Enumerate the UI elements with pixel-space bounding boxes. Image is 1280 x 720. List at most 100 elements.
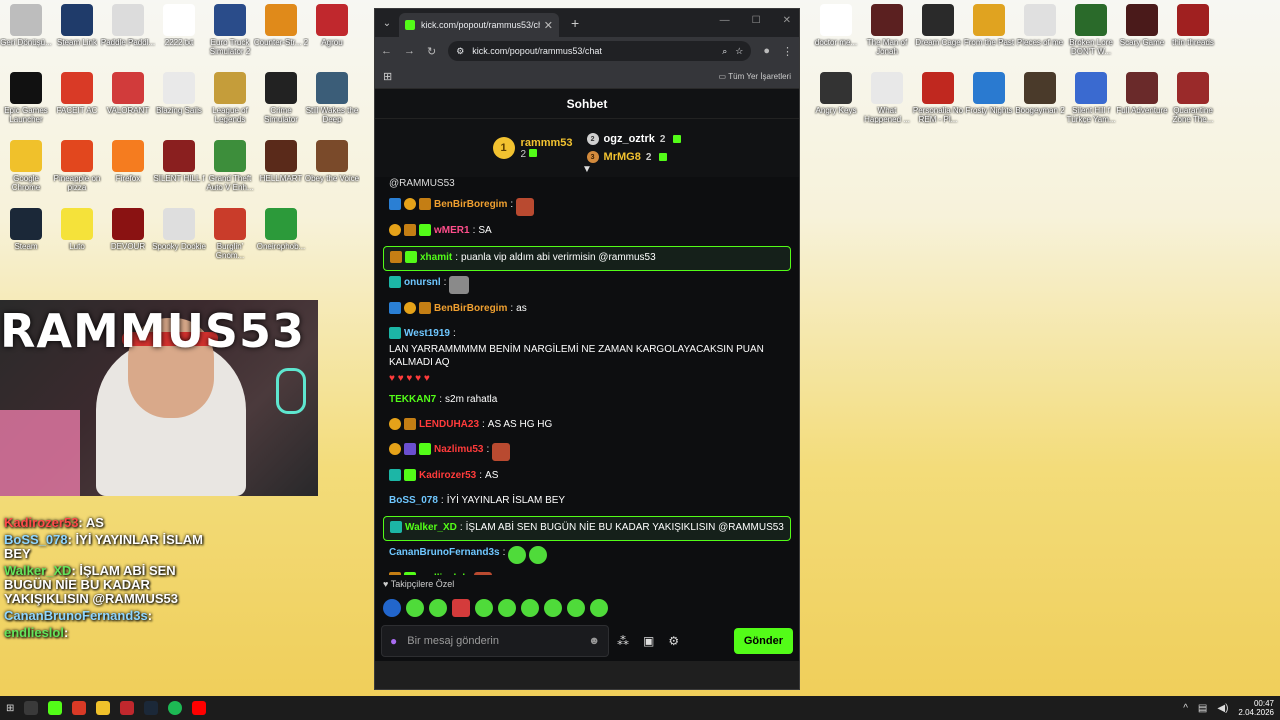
new-tab-icon[interactable]: +	[571, 15, 579, 31]
faceit-app-icon[interactable]	[72, 701, 87, 715]
emote-button[interactable]	[383, 599, 401, 617]
desktop-icon[interactable]: From the Past	[963, 4, 1015, 64]
clock[interactable]: 00:47 2.04.2026	[1238, 699, 1274, 717]
browser-tab[interactable]: kick.com/popout/rammus53/ch ✕	[399, 13, 559, 37]
chat-username[interactable]: West1919	[404, 327, 450, 340]
chat-username[interactable]: BenBirBoregim	[434, 302, 507, 315]
emote-button[interactable]	[567, 599, 585, 617]
desktop-icon[interactable]: DEVOUR	[102, 208, 154, 268]
reload-icon[interactable]: ↻	[427, 45, 436, 58]
desktop-icon[interactable]: Paddle Paddl...	[101, 4, 155, 64]
bookmark-star-icon[interactable]: ☆	[735, 46, 743, 57]
minimize-icon[interactable]: —	[720, 15, 730, 26]
desktop-icon[interactable]: Angry Keys	[810, 72, 862, 132]
desktop-icon[interactable]: Grand Theft Auto V Enh...	[204, 140, 256, 200]
desktop-icon[interactable]: VALORANT	[102, 72, 154, 132]
spotify-app-icon[interactable]	[168, 701, 183, 715]
desktop-icon[interactable]: Firefox	[102, 140, 154, 200]
chat-message-input[interactable]: ● Bir mesaj gönderin ☻	[381, 625, 609, 657]
desktop-icon[interactable]: Steam Link	[51, 4, 103, 64]
desktop-icon[interactable]: Scary Game	[1116, 4, 1168, 64]
volume-icon[interactable]: ◀)	[1217, 703, 1228, 714]
chrome-app-icon[interactable]	[96, 701, 111, 715]
desktop-icon[interactable]: Burglin' Gnom...	[204, 208, 256, 268]
profile-icon[interactable]: ●	[763, 45, 770, 57]
emote-button[interactable]	[475, 599, 493, 617]
all-bookmarks-link[interactable]: Tüm Yer İşaretleri	[728, 72, 791, 81]
menu-icon[interactable]: ⋮	[782, 45, 793, 58]
zoom-icon[interactable]: ⌕	[722, 46, 727, 57]
network-icon[interactable]: ▤	[1198, 703, 1207, 714]
collapse-leaderboard-icon[interactable]: ▼	[582, 164, 592, 175]
tab-search-icon[interactable]: ⌄	[375, 18, 399, 29]
desktop-icon[interactable]: What Happened ...	[861, 72, 913, 132]
settings-gear-icon[interactable]: ⚙	[668, 634, 679, 648]
desktop-icon[interactable]: Blazing Sails	[153, 72, 205, 132]
chat-username[interactable]: xhamit	[420, 251, 452, 264]
gift-shop-icon[interactable]: ▣	[643, 634, 654, 648]
desktop-icon[interactable]: FACEIT AC	[51, 72, 103, 132]
desktop-icon[interactable]: Luto	[51, 208, 103, 268]
desktop-icon[interactable]: Euro Truck Simulator 2	[204, 4, 256, 64]
close-window-icon[interactable]: ✕	[783, 15, 791, 26]
desktop-icon[interactable]: thin threads	[1167, 4, 1219, 64]
emote-button[interactable]	[521, 599, 539, 617]
desktop-icon[interactable]: Dream Cage	[912, 4, 964, 64]
desktop-icon[interactable]: doctor me...	[810, 4, 862, 64]
desktop-icon[interactable]: Oneirophob...	[255, 208, 307, 268]
chat-username[interactable]: onursnl	[404, 276, 441, 289]
desktop-icon[interactable]: Quarantine Zone The...	[1167, 72, 1219, 132]
desktop-icon[interactable]: Broken Lore DON'T W...	[1065, 4, 1117, 64]
back-icon[interactable]: ←	[381, 45, 392, 57]
desktop-icon[interactable]: Personalia No REM - Pl...	[912, 72, 964, 132]
chat-username[interactable]: BenBirBoregim	[434, 198, 507, 211]
chat-username[interactable]: LENDUHA23	[419, 418, 479, 431]
desktop-icon[interactable]: Geri Dönüşü...	[0, 4, 52, 64]
microphone-icon[interactable]: ●	[390, 634, 397, 648]
steam-app-icon[interactable]	[144, 701, 159, 715]
desktop-icon[interactable]: League of Legends	[204, 72, 256, 132]
desktop-icon[interactable]: Crime Simulator	[255, 72, 307, 132]
desktop-icon[interactable]: 2222.txt	[153, 4, 205, 64]
youtube-app-icon[interactable]	[192, 701, 207, 715]
emoji-picker-icon[interactable]: ☻	[588, 635, 600, 647]
close-tab-icon[interactable]: ✕	[544, 19, 553, 32]
send-button[interactable]: Gönder	[733, 628, 793, 654]
emote-button[interactable]	[590, 599, 608, 617]
chat-username[interactable]: CananBrunoFernand3s	[389, 546, 500, 559]
chat-username[interactable]: wMER1	[434, 224, 470, 237]
emote-button[interactable]	[544, 599, 562, 617]
chat-username[interactable]: BoSS_078	[389, 494, 438, 507]
apps-grid-icon[interactable]: ⊞	[383, 70, 392, 83]
desktop-icon[interactable]: Obey the Voice	[305, 140, 359, 200]
tray-arrow-icon[interactable]: ^	[1183, 703, 1188, 714]
desktop-icon[interactable]: Steam	[0, 208, 52, 268]
chat-username[interactable]: TEKKAN7	[389, 393, 436, 406]
search-icon[interactable]	[24, 701, 39, 715]
url-field[interactable]: ⚙ kick.com/popout/rammus53/chat ⌕ ☆	[448, 41, 752, 61]
leader-third[interactable]: 3 MrMG8 2	[586, 151, 682, 163]
site-info-icon[interactable]: ⚙	[456, 46, 464, 57]
desktop-icon[interactable]: Pineapple on pizza	[51, 140, 103, 200]
emote-button[interactable]	[406, 599, 424, 617]
desktop-icon[interactable]: SILENT HILL f	[153, 140, 205, 200]
desktop-icon[interactable]: Boogeyman 2	[1014, 72, 1066, 132]
desktop-icon[interactable]: Full Adventure	[1116, 72, 1168, 132]
desktop-icon[interactable]: Spooky Dookie	[152, 208, 206, 268]
desktop-icon[interactable]: Epic Games Launcher	[0, 72, 52, 132]
desktop-icon[interactable]: Counter-Str... 2	[254, 4, 308, 64]
desktop-icon[interactable]: Pieces of me	[1014, 4, 1066, 64]
desktop-icon[interactable]: Frosty Nights	[963, 72, 1015, 132]
kick-app-icon[interactable]	[48, 701, 63, 715]
points-icon[interactable]: ⁂	[617, 634, 629, 648]
emote-button[interactable]	[498, 599, 516, 617]
leader-second[interactable]: 2 ogz_oztrk 2	[586, 133, 682, 145]
desktop-icon[interactable]: Still Wakes the Deep	[306, 72, 358, 132]
start-icon[interactable]: ⊞	[6, 703, 14, 714]
desktop-icon[interactable]: Silent Hill f Türkçe Yam...	[1065, 72, 1117, 132]
emote-button[interactable]	[452, 599, 470, 617]
desktop-icon[interactable]: Agrou	[306, 4, 358, 64]
chat-username[interactable]: Walker_XD	[405, 521, 457, 534]
desktop-icon[interactable]: Google Chrome	[0, 140, 52, 200]
forward-icon[interactable]: →	[404, 45, 415, 57]
